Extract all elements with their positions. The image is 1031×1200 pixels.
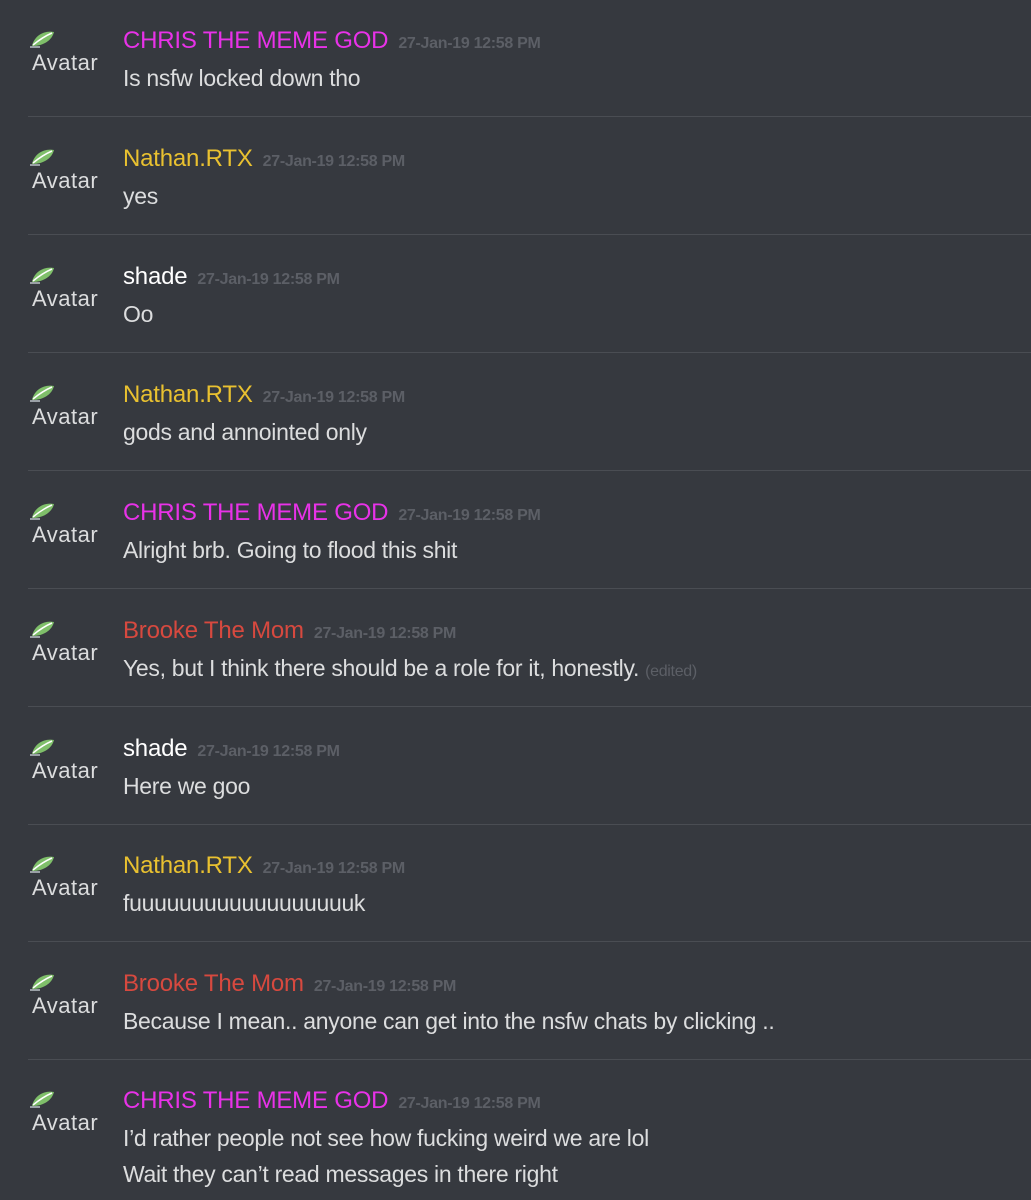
message-item: Avatar shade 27-Jan-19 12:58 PM Oo — [0, 236, 1031, 353]
message-content: Oo — [123, 296, 153, 332]
avatar[interactable]: Avatar — [30, 264, 110, 314]
avatar-alt-text: Avatar — [32, 640, 99, 665]
avatar[interactable]: Avatar — [30, 971, 110, 1021]
divider — [28, 116, 1031, 117]
timestamp: 27-Jan-19 12:58 PM — [398, 507, 541, 524]
avatar-alt-text: Avatar — [32, 993, 99, 1018]
timestamp: 27-Jan-19 12:58 PM — [262, 389, 406, 406]
broken-image-icon — [30, 149, 54, 166]
avatar-alt-text: Avatar — [32, 286, 99, 311]
message-item: Avatar CHRIS THE MEME GOD 27-Jan-19 12:58… — [0, 0, 1031, 117]
timestamp: 27-Jan-19 12:58 PM — [398, 1095, 541, 1112]
timestamp: 27-Jan-19 12:58 PM — [197, 743, 340, 760]
avatar[interactable]: Avatar — [30, 853, 110, 903]
message-item: Avatar shade 27-Jan-19 12:58 PM Here we g… — [0, 708, 1031, 825]
message-item: Avatar Brooke The Mom 27-Jan-19 12:58 PM … — [0, 943, 1031, 1060]
broken-image-icon — [30, 1091, 54, 1108]
avatar-alt-text: Avatar — [32, 168, 99, 193]
message-item: Avatar CHRIS THE MEME GOD 27-Jan-19 12:58… — [0, 472, 1031, 589]
avatar[interactable]: Avatar — [30, 382, 110, 432]
message-line: Because I mean.. anyone can get into the… — [123, 1008, 775, 1034]
avatar[interactable]: Avatar — [30, 28, 110, 78]
divider — [28, 470, 1031, 471]
broken-image-icon — [30, 856, 54, 873]
username[interactable]: shade — [123, 735, 188, 762]
timestamp: 27-Jan-19 12:58 PM — [313, 625, 457, 642]
avatar[interactable]: Avatar — [30, 500, 110, 550]
message-line: Wait they can’t read messages in there r… — [123, 1161, 558, 1187]
message-content: Alright brb. Going to flood this shit — [123, 532, 457, 568]
message-content: Is nsfw locked down tho — [123, 60, 361, 96]
message-line: fuuuuuuuuuuuuuuuuuuk — [123, 890, 366, 916]
message-content: Yes, but I think there should be a role … — [123, 650, 697, 690]
broken-image-icon — [30, 267, 54, 284]
message-line: gods and annointed only — [123, 419, 367, 445]
broken-image-icon — [30, 31, 54, 48]
divider — [28, 706, 1031, 707]
message-line: Alright brb. Going to flood this shit — [123, 537, 458, 563]
timestamp: 27-Jan-19 12:58 PM — [398, 35, 541, 52]
avatar-alt-text: Avatar — [32, 522, 99, 547]
divider — [28, 941, 1031, 942]
divider — [28, 234, 1031, 235]
message-content: gods and annointed only — [123, 414, 367, 450]
timestamp: 27-Jan-19 12:58 PM — [313, 978, 457, 995]
message-content: yes — [123, 178, 158, 214]
message-item: Avatar CHRIS THE MEME GOD 27-Jan-19 12:58… — [0, 1060, 1031, 1200]
avatar-alt-text: Avatar — [32, 50, 99, 75]
avatar[interactable]: Avatar — [30, 618, 110, 668]
timestamp: 27-Jan-19 12:58 PM — [262, 153, 406, 170]
message-item: Avatar Nathan.RTX 27-Jan-19 12:58 PM gods… — [0, 354, 1031, 471]
message-line: Oo — [123, 301, 154, 327]
username[interactable]: Brooke The Mom — [123, 970, 304, 997]
divider — [28, 352, 1031, 353]
username[interactable]: Nathan.RTX — [123, 852, 253, 879]
broken-image-icon — [30, 621, 54, 638]
message-item: Avatar Nathan.RTX 27-Jan-19 12:58 PM fuuu… — [0, 825, 1031, 942]
avatar-alt-text: Avatar — [32, 875, 99, 900]
avatar[interactable]: Avatar — [30, 1088, 110, 1138]
message-line: Yes, but I think there should be a role … — [123, 655, 640, 681]
chat-log: Avatar CHRIS THE MEME GOD 27-Jan-19 12:58… — [0, 0, 1031, 1200]
avatar[interactable]: Avatar — [30, 736, 110, 786]
edited-label: (edited) — [645, 663, 697, 680]
username[interactable]: shade — [123, 263, 188, 290]
timestamp: 27-Jan-19 12:58 PM — [197, 271, 340, 288]
broken-image-icon — [30, 974, 54, 991]
username[interactable]: Nathan.RTX — [123, 145, 253, 172]
message-line: I’d rather people not see how fucking we… — [123, 1125, 649, 1151]
avatar[interactable]: Avatar — [30, 146, 110, 196]
username[interactable]: Nathan.RTX — [123, 381, 253, 408]
timestamp: 27-Jan-19 12:58 PM — [262, 860, 406, 877]
divider — [28, 588, 1031, 589]
avatar-alt-text: Avatar — [32, 1110, 99, 1135]
username[interactable]: CHRIS THE MEME GOD — [123, 1087, 389, 1114]
avatar-alt-text: Avatar — [32, 758, 99, 783]
message-content: fuuuuuuuuuuuuuuuuuuk — [123, 885, 365, 921]
message-content: I’d rather people not see how fucking we… — [123, 1120, 649, 1192]
message-line: yes — [123, 183, 158, 209]
message-line: Is nsfw locked down tho — [123, 65, 361, 91]
username[interactable]: CHRIS THE MEME GOD — [123, 27, 389, 54]
broken-image-icon — [30, 385, 54, 402]
message-line: Here we goo — [123, 773, 251, 799]
message-content: Because I mean.. anyone can get into the… — [123, 1003, 775, 1039]
username[interactable]: Brooke The Mom — [123, 617, 304, 644]
message-content: Here we goo — [123, 768, 250, 804]
username[interactable]: CHRIS THE MEME GOD — [123, 499, 389, 526]
message-item: Avatar Brooke The Mom 27-Jan-19 12:58 PM … — [0, 590, 1031, 707]
avatar-alt-text: Avatar — [32, 404, 99, 429]
broken-image-icon — [30, 503, 54, 520]
broken-image-icon — [30, 739, 54, 756]
message-item: Avatar Nathan.RTX 27-Jan-19 12:58 PM yes — [0, 118, 1031, 235]
